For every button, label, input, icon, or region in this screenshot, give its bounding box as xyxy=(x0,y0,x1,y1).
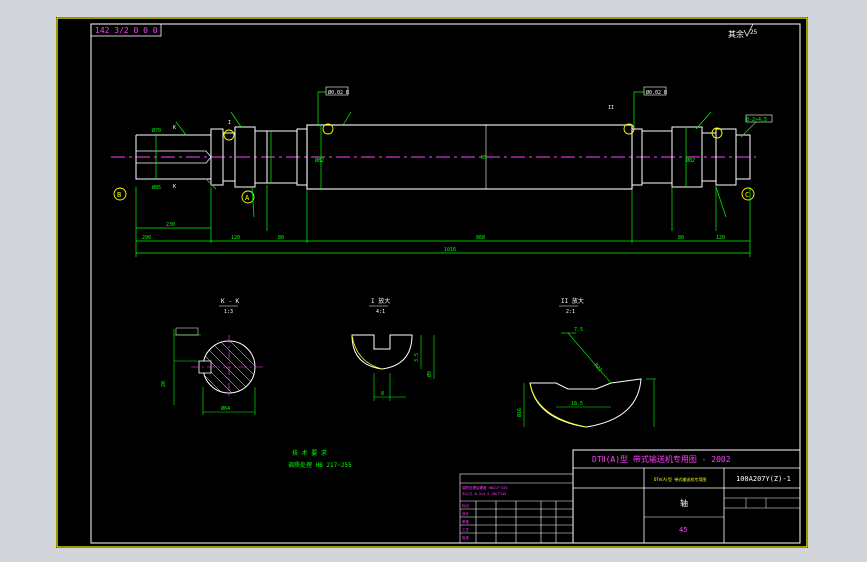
detail-1-label: I 放大 xyxy=(371,297,390,305)
svg-text:II: II xyxy=(608,105,614,111)
dim-left-journal: 230 xyxy=(166,222,175,228)
datum-a-label: A xyxy=(245,194,250,202)
svg-text:120: 120 xyxy=(231,235,240,241)
detail-1-scale: 4:1 xyxy=(376,309,385,315)
top-left-tag: 142 3/2 0 0 0 xyxy=(95,26,158,35)
svg-text:批准: 批准 xyxy=(462,535,470,540)
section-kk-scale: 1:3 xyxy=(224,309,233,315)
detail-2-view: II 放大 2:1 R22 18.5 7.5 Ø16 xyxy=(516,297,656,428)
shaft-main-view: B A C 1016 868 230 85 290 120 80 80 120 … xyxy=(111,86,773,257)
tech-req-line1: 调质处理 HB 217~255 xyxy=(288,461,352,469)
svg-text:DTⅡ(A)型 带式输送机专用图: DTⅡ(A)型 带式输送机专用图 xyxy=(654,476,706,482)
svg-text:Ø0.02 B: Ø0.02 B xyxy=(328,89,349,96)
tech-req-heading: 技 术 要 求 xyxy=(292,449,327,457)
svg-text:Ø85: Ø85 xyxy=(152,184,161,191)
svg-text:290: 290 xyxy=(142,235,151,241)
roughness-note: 其余 xyxy=(728,29,744,39)
svg-text:Ø82: Ø82 xyxy=(686,157,695,164)
svg-text:Ø82: Ø82 xyxy=(315,157,324,164)
part-name: 轴 xyxy=(680,498,688,508)
section-kk-view: K - K 1:3 Ø64 20 xyxy=(161,298,266,415)
svg-text:审核: 审核 xyxy=(462,519,470,524)
svg-text:7.5: 7.5 xyxy=(574,327,583,333)
svg-text:调质处理后硬度 HB217~255: 调质处理后硬度 HB217~255 xyxy=(462,485,508,490)
svg-text:K: K xyxy=(173,125,176,131)
section-kk-label: K - K xyxy=(221,298,239,305)
dim-overall-length: 1016 xyxy=(444,247,456,253)
svg-text:Ø0.02 B: Ø0.02 B xyxy=(646,89,667,96)
svg-text:Ø16: Ø16 xyxy=(516,408,523,417)
svg-text:80: 80 xyxy=(278,235,284,241)
svg-text:120: 120 xyxy=(716,235,725,241)
drawing-number: 100A207Y(Z)-1 xyxy=(736,475,791,483)
project-title: DTⅡ(A)型 带式输送机专用图 - 2002 xyxy=(592,454,731,464)
svg-text:中心孔 B-2×4.5 GB/T145: 中心孔 B-2×4.5 GB/T145 xyxy=(462,491,506,496)
title-block: DTⅡ(A)型 带式输送机专用图 - 2002 100A207Y(Z)-1 轴 … xyxy=(572,449,801,544)
detail-2-label: II 放大 xyxy=(561,297,584,305)
svg-text:工艺: 工艺 xyxy=(462,527,470,532)
cad-viewport[interactable]: 142 3/2 0 0 0 其余 25 B A C 1016 868 230 8… xyxy=(0,0,867,562)
inner-frame xyxy=(90,23,801,544)
datum-b-label: B xyxy=(117,191,121,199)
svg-text:Ø9: Ø9 xyxy=(426,371,433,377)
svg-text:设计: 设计 xyxy=(462,511,470,516)
svg-text:18.5: 18.5 xyxy=(571,401,583,407)
tech-requirements: 技 术 要 求 调质处理 HB 217~255 xyxy=(288,449,352,469)
svg-text:80: 80 xyxy=(678,235,684,241)
drawing-sheet: 142 3/2 0 0 0 其余 25 B A C 1016 868 230 8… xyxy=(56,17,808,548)
dim-body-diameter: 85 xyxy=(481,155,487,161)
svg-text:Ø70: Ø70 xyxy=(152,127,161,134)
svg-text:I: I xyxy=(228,120,231,126)
svg-text:B-2×4.5: B-2×4.5 xyxy=(746,117,767,123)
part-material: 45 xyxy=(679,526,687,534)
detail-2-scale: 2:1 xyxy=(566,309,575,315)
svg-text:标记: 标记 xyxy=(462,503,470,508)
svg-text:3.5: 3.5 xyxy=(414,353,420,362)
roughness-value: 25 xyxy=(750,29,758,36)
svg-text:8: 8 xyxy=(381,391,384,397)
svg-text:K: K xyxy=(173,184,176,190)
drawing-canvas: 142 3/2 0 0 0 其余 25 B A C 1016 868 230 8… xyxy=(56,17,808,548)
revision-table xyxy=(459,473,574,544)
svg-text:20: 20 xyxy=(161,381,167,387)
datum-c-label: C xyxy=(745,191,749,199)
svg-text:Ø64: Ø64 xyxy=(221,405,230,412)
dim-body-length: 868 xyxy=(476,235,485,241)
detail-1-view: I 放大 4:1 8 3.5 Ø9 xyxy=(351,297,435,401)
